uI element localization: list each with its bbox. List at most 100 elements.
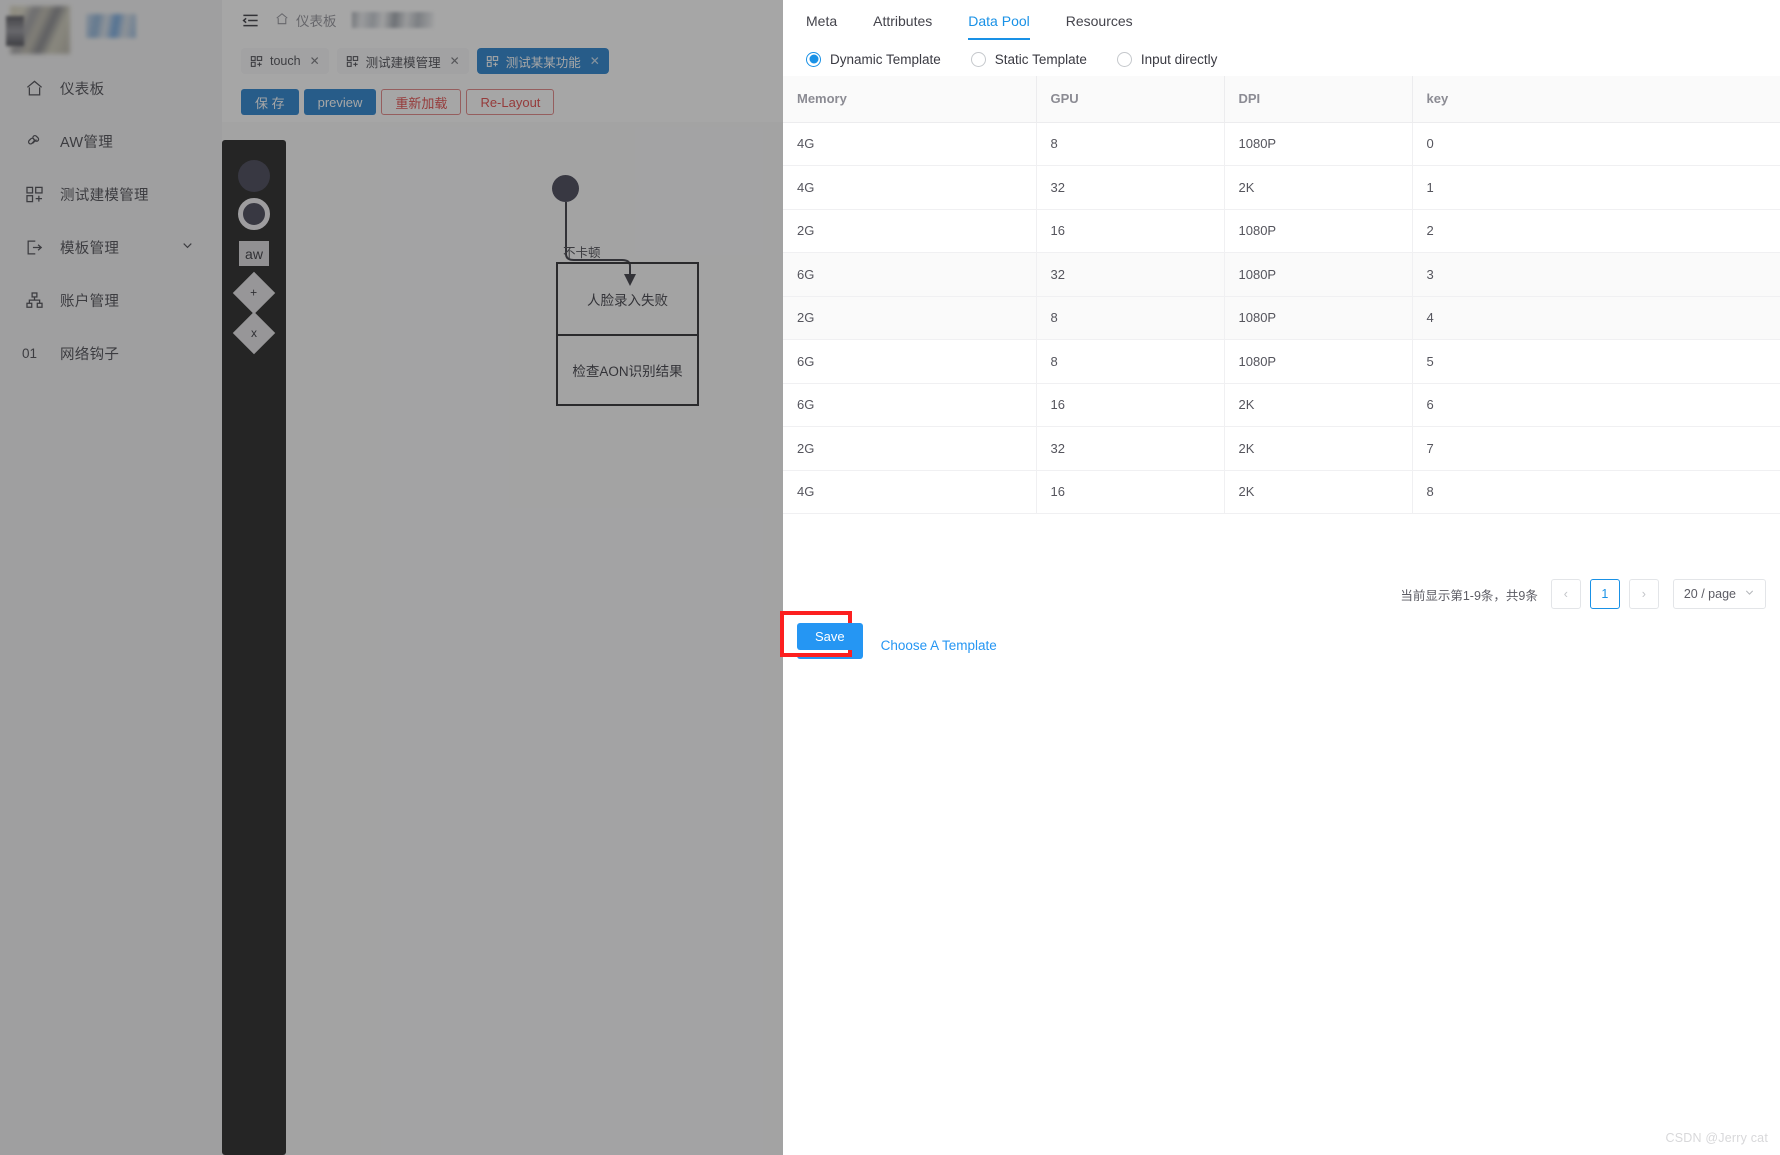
- tab-resources[interactable]: Resources: [1048, 1, 1151, 40]
- sidebar-item-dashboard[interactable]: 仪表板: [0, 62, 222, 115]
- palette-add-decision[interactable]: +: [232, 271, 276, 315]
- table-row[interactable]: 6G 32 1080P 3: [783, 252, 1780, 297]
- sidebar-logo[interactable]: [0, 0, 222, 62]
- cell-memory: 6G: [783, 339, 1037, 384]
- page-size-select[interactable]: 20 / page: [1672, 579, 1766, 609]
- table-header-row: Memory GPU DPI key: [783, 76, 1780, 123]
- cell-dpi: 2K: [1224, 426, 1413, 471]
- sidebar-item-label: 仪表板: [60, 82, 105, 98]
- palette-start-node[interactable]: [238, 160, 270, 192]
- sidebar-item-label: 测试建模管理: [60, 188, 149, 204]
- choose-a-template-link[interactable]: Choose A Template: [881, 638, 997, 653]
- cell-gpu: 8: [1036, 339, 1225, 384]
- column-header-gpu[interactable]: GPU: [1036, 76, 1225, 123]
- blocks-icon: [250, 55, 263, 68]
- flow-node-subtitle: 检查AON识别结果: [558, 334, 697, 404]
- sidebar-item-label: 账户管理: [60, 294, 120, 310]
- close-icon[interactable]: ✕: [450, 54, 460, 68]
- breadcrumb-home-label[interactable]: 仪表板: [296, 10, 337, 30]
- cell-memory: 2G: [783, 296, 1037, 340]
- radio-label: Input directly: [1140, 51, 1218, 67]
- cell-key: 5: [1412, 339, 1780, 384]
- radio-dot-icon: [806, 51, 821, 67]
- pagination-next-button[interactable]: ›: [1628, 579, 1659, 609]
- tab-label: 测试某某功能: [505, 55, 581, 70]
- cell-memory: 4G: [783, 122, 1037, 166]
- re-layout-button[interactable]: Re-Layout: [466, 89, 555, 115]
- cell-key: 4: [1412, 296, 1780, 340]
- close-icon[interactable]: ✕: [590, 54, 600, 68]
- table-row[interactable]: 2G 32 2K 7: [783, 426, 1780, 471]
- column-header-memory[interactable]: Memory: [783, 76, 1037, 123]
- column-header-dpi[interactable]: DPI: [1224, 76, 1413, 123]
- data-pool-save-button-highlighted[interactable]: Save: [797, 623, 863, 650]
- blocks-icon: [346, 55, 359, 68]
- template-mode-radio-group: Dynamic Template Static Template Input d…: [783, 44, 1780, 74]
- reload-button[interactable]: 重新加载: [381, 89, 462, 115]
- flow-node-box[interactable]: 人脸录入失败 检查AON识别结果: [556, 262, 699, 406]
- pagination-prev-button[interactable]: ‹: [1550, 579, 1581, 609]
- table-row[interactable]: 6G 8 1080P 5: [783, 339, 1780, 384]
- table-row[interactable]: 4G 16 2K 8: [783, 470, 1780, 514]
- sidebar-item-test-modeling[interactable]: 测试建模管理: [0, 168, 222, 221]
- cell-memory: 6G: [783, 252, 1037, 297]
- collapse-menu-icon[interactable]: [239, 9, 261, 31]
- sidebar-item-aw[interactable]: AW管理: [0, 115, 222, 168]
- cell-memory: 4G: [783, 470, 1037, 514]
- table-row[interactable]: 2G 16 1080P 2: [783, 209, 1780, 253]
- sidebar-nav: 仪表板 AW管理 测试建模管理 模板管理 账户管理 01 网络钩子: [0, 62, 222, 380]
- radio-input-directly[interactable]: Input directly: [1116, 51, 1218, 67]
- tab-test-feature[interactable]: 测试某某功能 ✕: [476, 48, 609, 74]
- tab-meta[interactable]: Meta: [788, 1, 855, 40]
- tab-label: 测试建模管理: [365, 55, 441, 70]
- radio-label: Dynamic Template: [830, 51, 941, 67]
- watermark: CSDN @Jerry cat: [1665, 1131, 1768, 1145]
- chevron-down-icon[interactable]: [181, 239, 194, 257]
- sidebar-item-webhooks[interactable]: 01 网络钩子: [0, 327, 222, 380]
- page-size-label: 20 / page: [1683, 587, 1736, 601]
- palette-remove-decision[interactable]: x: [232, 311, 276, 355]
- drawer-tab-bar: Meta Attributes Data Pool Resources: [783, 0, 1780, 40]
- column-header-key[interactable]: key: [1412, 76, 1780, 123]
- table-row[interactable]: 2G 8 1080P 4: [783, 296, 1780, 340]
- radio-label: Static Template: [994, 51, 1087, 67]
- cell-gpu: 32: [1036, 165, 1225, 210]
- table-row[interactable]: 6G 16 2K 6: [783, 383, 1780, 427]
- preview-button[interactable]: preview: [303, 89, 377, 115]
- blocks-icon: [22, 183, 46, 207]
- sidebar: 仪表板 AW管理 测试建模管理 模板管理 账户管理 01 网络钩子: [0, 0, 222, 1155]
- cell-dpi: 1080P: [1224, 209, 1413, 253]
- close-icon[interactable]: ✕: [310, 54, 320, 68]
- table-row[interactable]: 4G 8 1080P 0: [783, 122, 1780, 166]
- breadcrumb: 仪表板: [275, 10, 434, 30]
- cell-gpu: 16: [1036, 470, 1225, 514]
- pagination-page-1[interactable]: 1: [1589, 579, 1620, 609]
- cell-dpi: 2K: [1224, 165, 1413, 210]
- table-row[interactable]: 4G 32 2K 1: [783, 165, 1780, 210]
- cell-dpi: 1080P: [1224, 252, 1413, 297]
- tab-data-pool[interactable]: Data Pool: [950, 1, 1047, 40]
- home-icon: [22, 77, 46, 101]
- cell-key: 7: [1412, 426, 1780, 471]
- logo-mark-redacted: [6, 16, 24, 46]
- palette-end-node[interactable]: [238, 198, 270, 230]
- app-root: 仪表板 AW管理 测试建模管理 模板管理 账户管理 01 网络钩子 仪表板 to…: [0, 0, 1780, 1155]
- flow-node-title: 人脸录入失败: [587, 293, 668, 308]
- tab-touch[interactable]: touch ✕: [241, 48, 329, 74]
- link-icon: [22, 130, 46, 154]
- sidebar-item-label: AW管理: [60, 135, 114, 151]
- radio-dynamic-template[interactable]: Dynamic Template: [806, 51, 941, 67]
- palette-aw-node[interactable]: aw: [237, 239, 271, 268]
- sidebar-item-account-management[interactable]: 账户管理: [0, 274, 222, 327]
- tab-test-modeling[interactable]: 测试建模管理 ✕: [336, 48, 469, 74]
- template-icon: [22, 236, 46, 260]
- diamond-x-icon: x: [232, 311, 276, 355]
- radio-static-template[interactable]: Static Template: [970, 51, 1087, 67]
- home-icon[interactable]: [275, 12, 289, 29]
- sidebar-item-template-management[interactable]: 模板管理: [0, 221, 222, 274]
- table-head: Memory GPU DPI key: [783, 76, 1780, 123]
- cell-key: 6: [1412, 383, 1780, 427]
- flow-start-node[interactable]: [552, 175, 579, 202]
- tab-attributes[interactable]: Attributes: [855, 1, 950, 40]
- save-button[interactable]: 保 存: [241, 89, 299, 115]
